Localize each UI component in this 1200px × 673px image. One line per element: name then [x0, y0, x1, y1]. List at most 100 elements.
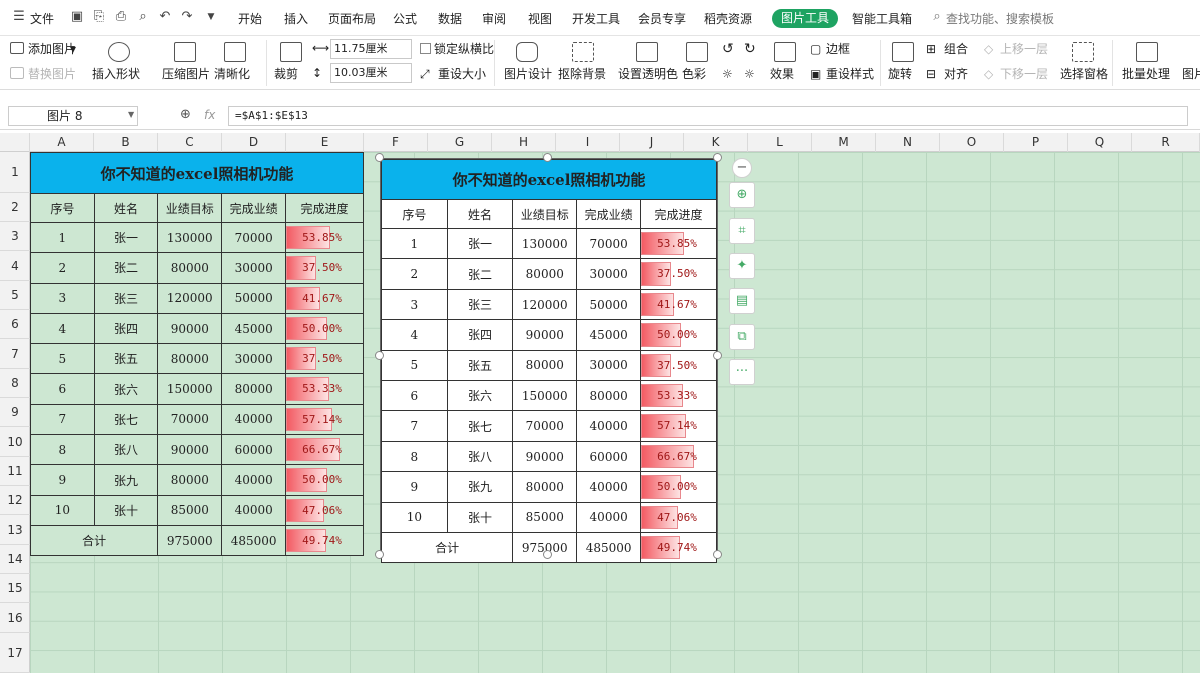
crop-button[interactable]: 裁剪 — [274, 67, 298, 81]
align-button[interactable]: 对齐 — [944, 67, 968, 81]
effects-button[interactable]: 效果 — [770, 67, 794, 81]
tab-picture-tools[interactable]: 图片工具 — [772, 9, 838, 28]
name-box[interactable]: 图片 8 — [8, 106, 138, 126]
resize-handle[interactable] — [713, 550, 722, 559]
tab-9[interactable]: 稻壳资源 — [704, 10, 752, 27]
column-header-P[interactable]: P — [1004, 133, 1068, 152]
tab-8[interactable]: 会员专享 — [638, 10, 686, 27]
row-header-16[interactable]: 16 — [0, 603, 30, 633]
zoom-in-icon[interactable]: ⊕ — [729, 182, 755, 208]
column-header-N[interactable]: N — [876, 133, 940, 152]
reset-style-button[interactable]: 重设样式 — [826, 67, 874, 81]
save-icon[interactable]: ▣ — [70, 10, 84, 24]
column-header-M[interactable]: M — [812, 133, 876, 152]
row-header-11[interactable]: 11 — [0, 457, 30, 486]
column-header-R[interactable]: R — [1132, 133, 1200, 152]
zoom-icon[interactable]: ⊕ — [180, 107, 191, 122]
tab-0[interactable]: 开始 — [238, 10, 262, 27]
chevron-down-icon[interactable]: ▼ — [128, 110, 134, 119]
set-transparent-button[interactable]: 设置透明色 — [618, 67, 678, 81]
height-input[interactable]: 10.03厘米 — [330, 63, 412, 83]
tab-6[interactable]: 视图 — [528, 10, 552, 27]
preview-icon[interactable]: ⌕ — [136, 10, 150, 24]
resize-handle[interactable] — [375, 351, 384, 360]
resize-handle[interactable] — [375, 153, 384, 162]
row-header-15[interactable]: 15 — [0, 574, 30, 603]
row-header-2[interactable]: 2 — [0, 193, 30, 222]
tab-5[interactable]: 审阅 — [482, 10, 506, 27]
row-header-12[interactable]: 12 — [0, 486, 30, 515]
compress-button[interactable]: 压缩图片 — [162, 67, 210, 81]
bulb-icon[interactable]: ✦ — [729, 253, 755, 279]
brightness-up-icon[interactable]: ☼ — [722, 67, 733, 81]
hamburger-icon[interactable]: ☰ — [12, 10, 26, 24]
tab-7[interactable]: 开发工具 — [572, 10, 620, 27]
column-header-O[interactable]: O — [940, 133, 1004, 152]
column-header-K[interactable]: K — [684, 133, 748, 152]
tab-smart-toolbox[interactable]: 智能工具箱 — [852, 10, 912, 27]
chevron-down-icon[interactable]: ▼ — [204, 10, 218, 24]
row-header-10[interactable]: 10 — [0, 427, 30, 457]
bring-forward-button[interactable]: 上移一层 — [1000, 42, 1048, 56]
resize-handle[interactable] — [375, 550, 384, 559]
resize-handle[interactable] — [543, 153, 552, 162]
row-header-8[interactable]: 8 — [0, 369, 30, 398]
add-picture-button[interactable]: 添加图片 — [28, 42, 76, 56]
row-header-5[interactable]: 5 — [0, 281, 30, 310]
export-icon[interactable]: ⎘ — [92, 10, 106, 24]
undo-icon[interactable]: ↶ — [158, 10, 172, 24]
column-header-A[interactable]: A — [30, 133, 94, 152]
row-header-9[interactable]: 9 — [0, 398, 30, 427]
resize-handle[interactable] — [543, 550, 552, 559]
row-header-4[interactable]: 4 — [0, 251, 30, 281]
column-header-G[interactable]: G — [428, 133, 492, 152]
search-box[interactable]: 查找功能、搜索模板 — [946, 10, 1054, 27]
crop-icon[interactable]: ⌗ — [729, 218, 755, 244]
rotate-left-icon[interactable]: ↺ — [722, 42, 734, 56]
column-header-H[interactable]: H — [492, 133, 556, 152]
column-header-B[interactable]: B — [94, 133, 158, 152]
row-header-6[interactable]: 6 — [0, 310, 30, 339]
row-header-14[interactable]: 14 — [0, 545, 30, 574]
replace-picture-button[interactable]: 替换图片 — [28, 67, 76, 81]
row-header-13[interactable]: 13 — [0, 515, 30, 545]
row-header-1[interactable]: 1 — [0, 152, 30, 193]
insert-shape-button[interactable]: 插入形状 — [92, 67, 140, 81]
redo-icon[interactable]: ↷ — [180, 10, 194, 24]
group-button[interactable]: 组合 — [944, 42, 968, 56]
brightness-down-icon[interactable]: ☼ — [744, 67, 755, 81]
column-header-C[interactable]: C — [158, 133, 222, 152]
selection-pane-button[interactable]: 选择窗格 — [1060, 67, 1108, 81]
reset-size-button[interactable]: 重设大小 — [438, 67, 486, 81]
column-header-I[interactable]: I — [556, 133, 620, 152]
border-button[interactable]: 边框 — [826, 42, 850, 56]
rotate-button[interactable]: 旋转 — [888, 67, 912, 81]
camera-picture[interactable]: 你不知道的excel照相机功能 序号 姓名 业绩目标 完成业绩 完成进度 1 张一 130000… — [380, 158, 718, 564]
row-header-3[interactable]: 3 — [0, 222, 30, 251]
picture-more-button[interactable]: 图片 — [1182, 67, 1200, 81]
select-all-corner[interactable] — [0, 133, 30, 152]
fx-icon[interactable]: fx — [204, 108, 215, 122]
convert-image-icon[interactable]: ▤ — [729, 288, 755, 314]
minus-icon[interactable]: − — [732, 158, 752, 178]
width-input[interactable]: 11.75厘米 — [330, 39, 412, 59]
copy-image-icon[interactable]: ⧉ — [729, 324, 755, 350]
more-icon[interactable]: ··· — [729, 359, 755, 385]
remove-background-button[interactable]: 抠除背景 — [558, 67, 606, 81]
row-header-17[interactable]: 17 — [0, 633, 30, 673]
rotate-right-icon[interactable]: ↻ — [744, 42, 756, 56]
picture-design-button[interactable]: 图片设计 — [504, 67, 552, 81]
color-button[interactable]: 色彩 — [682, 67, 706, 81]
resize-handle[interactable] — [713, 153, 722, 162]
column-header-E[interactable]: E — [286, 133, 364, 152]
column-header-D[interactable]: D — [222, 133, 286, 152]
column-header-Q[interactable]: Q — [1068, 133, 1132, 152]
tab-4[interactable]: 数据 — [438, 10, 462, 27]
file-menu[interactable]: 文件 — [30, 10, 54, 27]
tab-2[interactable]: 页面布局 — [328, 10, 376, 27]
formula-input[interactable]: =$A$1:$E$13 — [228, 106, 1188, 126]
tab-1[interactable]: 插入 — [284, 10, 308, 27]
column-header-J[interactable]: J — [620, 133, 684, 152]
lock-ratio-checkbox[interactable] — [420, 43, 431, 54]
tab-3[interactable]: 公式 — [393, 10, 417, 27]
